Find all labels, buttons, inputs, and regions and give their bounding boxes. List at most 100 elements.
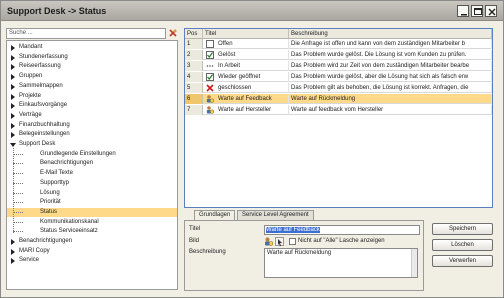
tree-item-label: Service [19, 257, 40, 264]
minimize-icon[interactable] [457, 5, 469, 17]
select-image-button[interactable] [275, 237, 284, 246]
tree-item-label: Verträge [19, 111, 42, 118]
delete-button[interactable]: Löschen [432, 239, 493, 251]
tree-item[interactable]: Priorität [7, 198, 177, 207]
expand-right-icon[interactable] [11, 132, 15, 139]
column-header-pos[interactable]: Pos [185, 29, 203, 39]
expand-right-icon[interactable] [11, 93, 15, 100]
tree-item-label: Sammelmappen [19, 82, 63, 89]
tree-item[interactable]: Grundlegende Einstellungen [7, 150, 177, 159]
maximize-icon[interactable] [471, 5, 483, 17]
expand-right-icon[interactable] [11, 112, 15, 119]
tab-grundlagen[interactable]: Grundlagen [194, 210, 236, 220]
row-title: Gelöst [216, 50, 289, 60]
tree-item-label: Gruppen [19, 73, 43, 80]
column-header-description[interactable]: Beschreibung [289, 29, 492, 39]
tree-item-label: Reiseerfassung [19, 63, 61, 70]
tree-item-label: Supporttyp [40, 179, 70, 186]
tree-item[interactable]: Service [7, 256, 177, 265]
hide-on-all-tab-label: Nicht auf "Alle" Lasche anzeigen [298, 238, 385, 244]
tree-item[interactable]: Stundenerfassung [7, 53, 177, 62]
tree-item[interactable]: Mandant [7, 43, 177, 52]
tree-item[interactable]: E-Mail Texte [7, 169, 177, 178]
expand-right-icon[interactable] [11, 248, 15, 255]
tree-item-label: MARI Copy [19, 247, 50, 254]
expand-right-icon[interactable] [11, 54, 15, 61]
tree-item[interactable]: Support Desk [7, 140, 177, 149]
tree-item-label: Einkaufsvorgänge [19, 102, 68, 109]
tree-item[interactable]: Projekte [7, 92, 177, 101]
row-position: 2 [185, 50, 203, 60]
tree-item-label: Finanzbuchhaltung [19, 121, 70, 128]
expand-right-icon[interactable] [11, 45, 15, 51]
description-field[interactable]: Warte auf Rückmeldung [264, 248, 418, 278]
tree-item-label: Belegeinstellungen [19, 131, 70, 138]
tree-connector [13, 211, 23, 213]
tree-item[interactable]: Lösung [7, 189, 177, 198]
title-field[interactable]: Warte auf Feedback [264, 225, 420, 235]
hide-on-all-tab-checkbox[interactable] [289, 238, 296, 245]
expand-right-icon[interactable] [11, 103, 15, 110]
tree-item[interactable]: Supporttyp [7, 179, 177, 188]
tree-item[interactable]: Status [7, 207, 177, 217]
description-scrollbar[interactable] [411, 249, 417, 277]
discard-button[interactable]: Verwerfen [432, 255, 493, 267]
tree-item[interactable]: Kommunikationskanal [7, 218, 177, 227]
table-row[interactable]: 7 Warte auf Hersteller Warte auf feedback … [185, 105, 492, 115]
expand-right-icon[interactable] [11, 64, 15, 71]
table-row[interactable]: 1 Offen Die Anfrage ist offen und kann von… [185, 39, 492, 49]
empty-checkbox-icon [206, 40, 214, 48]
window-title: Support Desk -> Status [7, 6, 107, 16]
person-clock-icon [206, 106, 215, 114]
save-button[interactable]: Speichern [432, 223, 493, 235]
row-position: 6 [185, 94, 203, 104]
tree-connector [13, 173, 23, 175]
row-title: Wieder geöffnet [216, 72, 289, 82]
close-icon[interactable] [485, 5, 497, 17]
row-description: Das Problem wird zur Zeit von dem zustän… [289, 61, 492, 71]
expand-right-icon[interactable] [11, 258, 15, 265]
expand-right-icon[interactable] [11, 74, 15, 81]
tree-item[interactable]: MARI Copy [7, 247, 177, 256]
tree-item-label: Mandant [19, 44, 43, 50]
expand-down-icon[interactable] [10, 143, 16, 147]
tree-item[interactable]: Reiseerfassung [7, 62, 177, 71]
clear-search-icon[interactable] [168, 28, 178, 38]
tree-item[interactable]: Status Serviceeinsatz [7, 227, 177, 236]
row-description: Warte auf Rückmeldung [289, 94, 492, 104]
table-row[interactable]: 6 Warte auf Feedback Warte auf Rückmeldung [185, 94, 492, 104]
table-row[interactable]: 4 Wieder geöffnet Das Problem wurde gelöst… [185, 72, 492, 82]
table-row[interactable]: 2 Gelöst Das Problem wurde gelöst. Die Lös… [185, 50, 492, 60]
tree-item[interactable]: Verträge [7, 111, 177, 120]
row-position: 5 [185, 83, 203, 93]
expand-right-icon[interactable] [11, 83, 15, 90]
red-x-icon [206, 84, 214, 92]
title-bar[interactable]: Support Desk -> Status [1, 1, 503, 21]
navigation-tree[interactable]: Mandant Stundenerfassung Reiseerfassung Gru… [6, 40, 178, 290]
expand-right-icon[interactable] [11, 239, 15, 245]
tree-item-label: Priorität [40, 199, 61, 206]
person-clock-icon [264, 237, 274, 246]
description-label: Beschreibung [189, 249, 226, 255]
row-description: Die Anfrage ist offen und kann von dem z… [289, 39, 492, 49]
checked-box-icon [206, 73, 214, 81]
tree-item[interactable]: Benachrichtigungen [7, 159, 177, 168]
table-row[interactable]: 3 In Arbeit Das Problem wird zur Zeit von … [185, 61, 492, 71]
status-grid[interactable]: Pos Titel Beschreibung 1 Offen Die Anfrage… [184, 28, 493, 208]
expand-right-icon[interactable] [11, 122, 15, 129]
tree-item[interactable]: Belegeinstellungen [7, 130, 177, 139]
tree-item[interactable]: Benachrichtigungen [7, 237, 177, 246]
tab-service-level-agreement[interactable]: Service Level Agreement [237, 210, 314, 220]
tree-connector [13, 192, 23, 194]
row-title: geschlossen [216, 83, 289, 93]
search-input[interactable]: Suche ... [6, 28, 166, 39]
tree-item[interactable]: Einkaufsvorgänge [7, 101, 177, 110]
row-position: 7 [185, 105, 203, 115]
table-row[interactable]: 5 geschlossen Das Problem gilt als behoben… [185, 83, 492, 93]
tree-item[interactable]: Sammelmappen [7, 82, 177, 91]
tree-item[interactable]: Finanzbuchhaltung [7, 121, 177, 130]
checked-box-icon [206, 51, 214, 59]
tree-item[interactable]: Gruppen [7, 72, 177, 81]
detail-panel: Titel Warte auf Feedback Bild Nicht auf … [184, 220, 424, 291]
column-header-title[interactable]: Titel [203, 29, 289, 39]
